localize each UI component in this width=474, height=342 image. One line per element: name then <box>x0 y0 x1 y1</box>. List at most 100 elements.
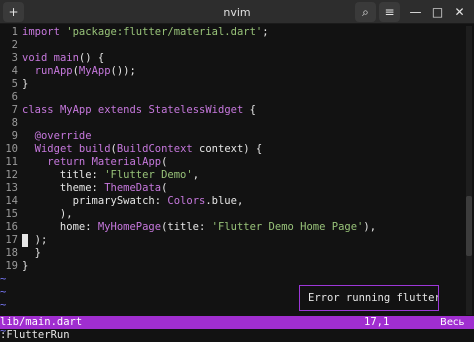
code-line[interactable]: 2 <box>0 39 474 52</box>
error-popup: Error running flutter s <box>299 285 439 311</box>
code-token: Colors <box>167 195 206 207</box>
code-line[interactable]: 18 } <box>0 247 474 260</box>
line-number: 3 <box>11 52 18 64</box>
line-code: } <box>22 247 41 260</box>
code-token: theme: <box>22 182 105 194</box>
scrollbar[interactable] <box>466 26 472 315</box>
code-line[interactable]: 9 @override <box>0 130 474 143</box>
code-token: return <box>47 156 86 168</box>
code-line[interactable]: 1 import 'package:flutter/material.dart'; <box>0 26 474 39</box>
line-code: } <box>22 78 28 91</box>
minimize-button[interactable]: — <box>405 2 426 22</box>
code-line[interactable]: 7 class MyApp extends StatelessWidget { <box>0 104 474 117</box>
statusline-filename: lib/main.dart <box>0 316 83 328</box>
command-line-text: :FlutterRun <box>0 329 70 341</box>
code-line[interactable]: 10 Widget build(BuildContext context) { <box>0 143 474 156</box>
code-token: 'Flutter Demo Home Page' <box>211 221 364 233</box>
code-token: Widget <box>34 143 73 155</box>
code-line[interactable]: 14 primarySwatch: Colors.blue, <box>0 195 474 208</box>
hamburger-icon: ≡ <box>384 5 395 19</box>
line-number: 6 <box>11 91 18 103</box>
line-code: import 'package:flutter/material.dart'; <box>22 26 269 39</box>
code-line[interactable]: 3 void main() { <box>0 52 474 65</box>
search-button[interactable]: ⌕ <box>355 2 376 22</box>
code-token: MyApp <box>78 65 111 77</box>
menu-button[interactable]: ≡ <box>379 2 400 22</box>
line-code: } <box>22 260 28 273</box>
code-line[interactable]: 6 <box>0 91 474 104</box>
line-code: @override <box>22 130 92 143</box>
code-token: } <box>22 78 29 90</box>
minimize-icon: — <box>409 5 422 19</box>
line-number: 15 <box>5 208 18 220</box>
code-line[interactable]: 4 runApp(MyApp()); <box>0 65 474 78</box>
maximize-icon: □ <box>431 5 444 19</box>
code-token: ), <box>22 208 73 220</box>
code-token: } <box>22 260 29 272</box>
code-token: home: <box>22 221 98 233</box>
code-line[interactable]: 15 ), <box>0 208 474 221</box>
line-code: theme: ThemeData( <box>22 182 168 195</box>
code-token: 'Flutter Demo' <box>104 169 193 181</box>
line-number: 13 <box>5 182 18 194</box>
code-token: context) { <box>192 143 263 155</box>
line-number: 4 <box>11 65 18 77</box>
code-token: { <box>243 104 256 116</box>
code-line[interactable]: 11 return MaterialApp( <box>0 156 474 169</box>
line-number: 1 <box>11 26 18 38</box>
line-number: 10 <box>5 143 18 155</box>
line-code: ); <box>22 234 48 247</box>
line-code: home: MyHomePage(title: 'Flutter Demo Ho… <box>22 221 376 234</box>
code-token: MyHomePage <box>97 221 162 233</box>
line-code: runApp(MyApp()); <box>22 65 136 78</box>
close-icon: ✕ <box>454 5 465 19</box>
line-code: return MaterialApp( <box>22 156 167 169</box>
code-line[interactable]: 5} <box>0 78 474 91</box>
code-token: @override <box>34 130 92 142</box>
plus-icon: + <box>8 5 19 19</box>
line-number: 11 <box>5 156 18 168</box>
code-line[interactable]: 12 title: 'Flutter Demo', <box>0 169 474 182</box>
scrollbar-thumb[interactable] <box>466 196 472 256</box>
editor-buffer[interactable]: 1 import 'package:flutter/material.dart';… <box>0 26 474 337</box>
code-token: ), <box>363 221 377 233</box>
maximize-button[interactable]: □ <box>427 2 448 22</box>
code-token: () { <box>78 52 105 64</box>
line-number: 12 <box>5 169 18 181</box>
statusline-scroll-indicator: Весь <box>440 317 465 328</box>
line-number: 14 <box>5 195 18 207</box>
code-token: ( <box>161 156 168 168</box>
line-number: 5 <box>11 78 18 90</box>
tilde-marker: ~ <box>0 299 7 311</box>
code-token: (title: <box>161 221 212 233</box>
code-line[interactable]: 16 home: MyHomePage(title: 'Flutter Demo… <box>0 221 474 234</box>
new-tab-button[interactable]: + <box>3 2 24 22</box>
code-token: ThemeData <box>104 182 162 194</box>
code-token: ()); <box>110 65 136 77</box>
command-line[interactable]: :FlutterRun <box>0 329 474 342</box>
tilde-marker: ~ <box>0 273 7 285</box>
code-line[interactable]: 17 ); <box>0 234 474 247</box>
code-token: primarySwatch: <box>22 195 168 207</box>
code-line[interactable]: 19} <box>0 260 474 273</box>
line-number: 16 <box>5 221 18 233</box>
code-token: MaterialApp <box>91 156 162 168</box>
code-token: MyApp <box>59 104 92 116</box>
close-button[interactable]: ✕ <box>449 2 470 22</box>
statusline: lib/main.dart 17,1 Весь <box>0 316 474 329</box>
line-number: 9 <box>11 130 18 142</box>
code-token: BuildContext <box>116 143 193 155</box>
line-number: 8 <box>11 117 18 129</box>
code-line[interactable]: 8 <box>0 117 474 130</box>
code-token: main <box>53 52 79 64</box>
search-icon: ⌕ <box>362 4 369 19</box>
code-token: , <box>192 169 200 181</box>
line-number: 19 <box>5 260 18 272</box>
statusline-cursor-position: 17,1 <box>364 316 390 328</box>
line-code: primarySwatch: Colors.blue, <box>22 195 244 208</box>
line-code: title: 'Flutter Demo', <box>22 169 199 182</box>
code-line[interactable]: 13 theme: ThemeData( <box>0 182 474 195</box>
code-token: .blue, <box>205 195 244 207</box>
line-code: class MyApp extends StatelessWidget { <box>22 104 256 117</box>
